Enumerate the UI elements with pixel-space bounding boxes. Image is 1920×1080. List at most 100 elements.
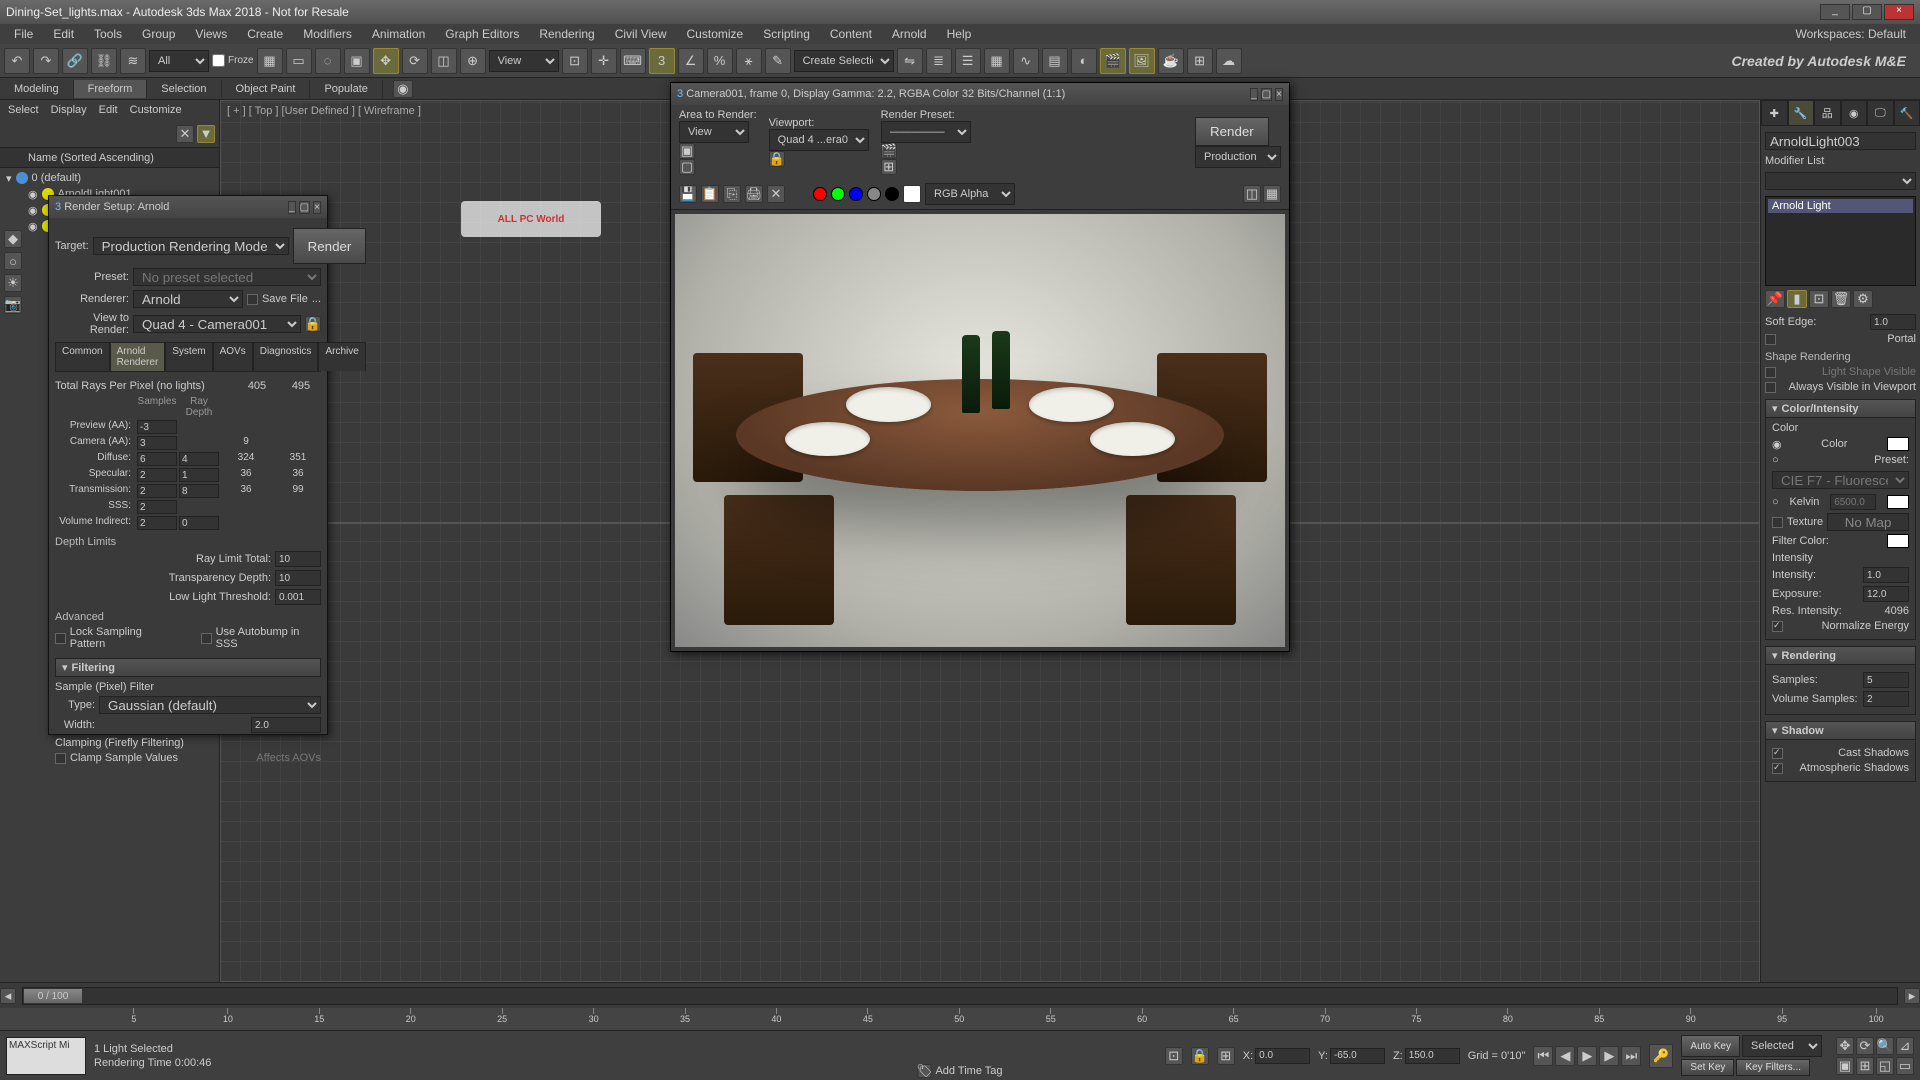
exposure-spinner[interactable] bbox=[1863, 586, 1909, 602]
specular-samples-spinner[interactable] bbox=[137, 468, 177, 482]
color-intensity-rollout[interactable]: ▾Color/Intensity bbox=[1765, 399, 1916, 418]
auto-key-button[interactable]: Auto Key bbox=[1681, 1035, 1740, 1057]
make-unique-icon[interactable]: ⊡ bbox=[1809, 290, 1829, 308]
maximize-button[interactable]: ▢ bbox=[1852, 4, 1882, 20]
isolate-icon[interactable]: ⊡ bbox=[1165, 1047, 1183, 1065]
nav-zoom-extents-icon[interactable]: ▣ bbox=[1836, 1057, 1854, 1075]
se-lights-filter-icon[interactable]: ☀ bbox=[4, 274, 22, 292]
menu-scripting[interactable]: Scripting bbox=[753, 27, 820, 41]
configure-sets-icon[interactable]: ⚙ bbox=[1853, 290, 1873, 308]
timeline-prev-icon[interactable]: ◂ bbox=[0, 988, 16, 1004]
transform-type-in-icon[interactable]: ⊞ bbox=[1217, 1047, 1235, 1065]
sss-samples-spinner[interactable] bbox=[137, 500, 177, 514]
color-swatch[interactable] bbox=[1887, 437, 1909, 451]
goto-end-icon[interactable]: ⏭ bbox=[1621, 1046, 1641, 1066]
link-button[interactable]: 🔗 bbox=[62, 48, 88, 74]
modifier-item[interactable]: Arnold Light bbox=[1768, 199, 1913, 213]
lock-sampling-checkbox[interactable] bbox=[55, 633, 66, 644]
timeline-next-icon[interactable]: ▸ bbox=[1904, 988, 1920, 1004]
save-file-checkbox[interactable] bbox=[247, 294, 258, 305]
intensity-spinner[interactable] bbox=[1863, 567, 1909, 583]
toggle-ribbon-button[interactable]: ▦ bbox=[984, 48, 1010, 74]
se-geometry-filter-icon[interactable]: ◆ bbox=[4, 230, 22, 248]
nav-region-zoom-icon[interactable]: ▭ bbox=[1896, 1057, 1914, 1075]
render-button[interactable]: ☕ bbox=[1158, 48, 1184, 74]
soft-edge-spinner[interactable] bbox=[1870, 314, 1916, 330]
motion-tab-icon[interactable]: ◉ bbox=[1841, 100, 1868, 126]
utilities-tab-icon[interactable]: 🔨 bbox=[1894, 100, 1920, 126]
menu-civil-view[interactable]: Civil View bbox=[605, 27, 677, 41]
kelvin-spinner[interactable] bbox=[1830, 494, 1876, 510]
maxscript-listener[interactable]: MAXScript Mi bbox=[6, 1037, 86, 1075]
rf-clear-icon[interactable]: ✕ bbox=[767, 185, 785, 203]
rf-copy-icon[interactable]: 📋 bbox=[701, 185, 719, 203]
selection-lock-icon[interactable]: 🔒 bbox=[1191, 1047, 1209, 1065]
x-coord-field[interactable] bbox=[1255, 1048, 1310, 1064]
curve-editor-button[interactable]: ∿ bbox=[1013, 48, 1039, 74]
edit-named-sel-button[interactable]: ✎ bbox=[765, 48, 791, 74]
use-pivot-button[interactable]: ⊡ bbox=[562, 48, 588, 74]
rf-mono-channel-icon[interactable] bbox=[885, 187, 899, 201]
nav-maximize-icon[interactable]: ◱ bbox=[1876, 1057, 1894, 1075]
light-shape-visible-checkbox[interactable] bbox=[1765, 367, 1776, 378]
scale-button[interactable]: ◫ bbox=[431, 48, 457, 74]
rendered-image[interactable] bbox=[675, 214, 1285, 647]
modifier-stack[interactable]: Arnold Light bbox=[1765, 196, 1916, 286]
rf-maximize-icon[interactable]: ▢ bbox=[1261, 88, 1272, 101]
rf-green-channel-icon[interactable] bbox=[831, 187, 845, 201]
atmos-shadows-checkbox[interactable] bbox=[1772, 763, 1783, 774]
menu-arnold[interactable]: Arnold bbox=[882, 27, 937, 41]
diffuse-samples-spinner[interactable] bbox=[137, 452, 177, 466]
kelvin-swatch[interactable] bbox=[1887, 495, 1909, 509]
rf-minimize-icon[interactable]: _ bbox=[1250, 88, 1258, 101]
lock-view-icon[interactable]: 🔒 bbox=[305, 316, 321, 332]
menu-group[interactable]: Group bbox=[132, 27, 185, 41]
clamp-sample-checkbox[interactable] bbox=[55, 753, 66, 764]
key-filters-set-dropdown[interactable]: Selected bbox=[1742, 1035, 1822, 1057]
ref-coord-system[interactable]: View bbox=[489, 50, 559, 72]
ribbon-tab-modeling[interactable]: Modeling bbox=[0, 80, 74, 98]
key-filters-button[interactable]: Key Filters... bbox=[1736, 1059, 1810, 1076]
transmission-depth-spinner[interactable] bbox=[179, 484, 219, 498]
schematic-view-button[interactable]: ▤ bbox=[1042, 48, 1068, 74]
rf-compare-icon[interactable]: ▦ bbox=[1263, 185, 1281, 203]
preview-aa-spinner[interactable] bbox=[137, 420, 177, 434]
dlg-maximize-icon[interactable]: ▢ bbox=[299, 201, 310, 214]
remove-mod-icon[interactable]: 🗑 bbox=[1831, 290, 1851, 308]
minimize-button[interactable]: _ bbox=[1820, 4, 1850, 20]
scene-explorer-header[interactable]: Name (Sorted Ascending) bbox=[0, 148, 219, 168]
nav-orbit-icon[interactable]: ⟳ bbox=[1856, 1037, 1874, 1055]
selection-filter[interactable]: All bbox=[149, 50, 209, 72]
se-menu-customize[interactable]: Customize bbox=[124, 104, 188, 116]
menu-customize[interactable]: Customize bbox=[677, 27, 754, 41]
se-menu-edit[interactable]: Edit bbox=[93, 104, 124, 116]
dlg-close-icon[interactable]: × bbox=[313, 201, 321, 214]
modifier-list-dropdown[interactable] bbox=[1765, 172, 1916, 190]
menu-help[interactable]: Help bbox=[937, 27, 982, 41]
volume-samples-spinner[interactable] bbox=[1863, 691, 1909, 707]
view-to-render-dropdown[interactable]: Quad 4 - Camera001 bbox=[133, 315, 301, 333]
rf-viewport-dropdown[interactable]: Quad 4 ...era001 bbox=[769, 129, 869, 151]
rf-preset-dropdown[interactable]: ————— bbox=[881, 121, 971, 143]
nav-zoom-all-icon[interactable]: ⊞ bbox=[1856, 1057, 1874, 1075]
render-online-button[interactable]: ☁ bbox=[1216, 48, 1242, 74]
specular-depth-spinner[interactable] bbox=[179, 468, 219, 482]
mirror-button[interactable]: ⇋ bbox=[897, 48, 923, 74]
lasso-select-button[interactable]: ▣ bbox=[344, 48, 370, 74]
menu-rendering[interactable]: Rendering bbox=[529, 27, 604, 41]
prev-frame-icon[interactable]: ◀ bbox=[1555, 1046, 1575, 1066]
portal-checkbox[interactable] bbox=[1765, 334, 1776, 345]
menu-file[interactable]: File bbox=[4, 27, 43, 41]
modify-tab-icon[interactable]: 🔧 bbox=[1788, 100, 1815, 126]
se-shapes-filter-icon[interactable]: ○ bbox=[4, 252, 22, 270]
rf-save-icon[interactable]: 💾 bbox=[679, 185, 697, 203]
rf-render-button[interactable]: Render bbox=[1195, 117, 1269, 146]
volume-indirect-samples-spinner[interactable] bbox=[137, 516, 177, 530]
transparency-depth-spinner[interactable] bbox=[275, 570, 321, 586]
ribbon-tab-freeform[interactable]: Freeform bbox=[74, 80, 148, 98]
align-button[interactable]: ≣ bbox=[926, 48, 952, 74]
time-ruler[interactable]: 5101520253035404550556065707580859095100 bbox=[0, 1008, 1920, 1030]
ribbon-tab-populate[interactable]: Populate bbox=[310, 80, 382, 98]
material-editor-button[interactable]: ◐ bbox=[1071, 48, 1097, 74]
ribbon-toggle-icon[interactable]: ◉ bbox=[393, 80, 413, 98]
